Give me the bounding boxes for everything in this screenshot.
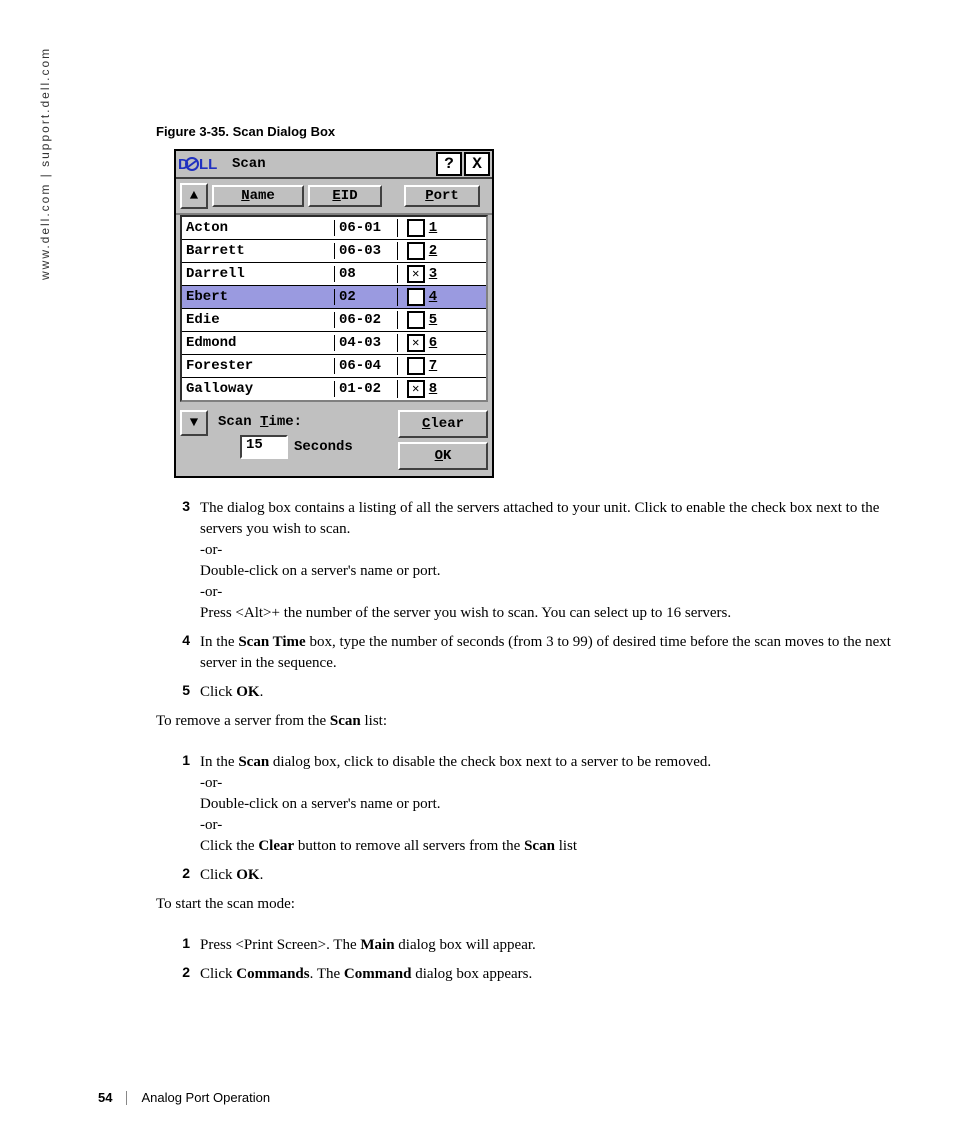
server-row[interactable]: Forester06-04 7 [182, 355, 486, 378]
scan-checkbox[interactable] [407, 311, 425, 329]
server-port: 01-02 [334, 381, 397, 397]
dialog-title: Scan [224, 156, 436, 172]
scan-checkbox[interactable] [407, 242, 425, 260]
step-number: 1 [156, 752, 200, 857]
instruction-step: 4In the Scan Time box, type the number o… [156, 632, 906, 674]
step-number: 4 [156, 632, 200, 674]
scan-checkbox[interactable]: ✕ [407, 265, 425, 283]
instruction-step: 1Press <Print Screen>. The Main dialog b… [156, 935, 906, 956]
sort-up-button[interactable]: ▲ [180, 183, 208, 209]
step-body: Click Commands. The Command dialog box a… [200, 964, 906, 985]
server-port: 06-03 [334, 243, 397, 259]
server-name: Forester [182, 358, 334, 374]
server-port: 02 [334, 289, 397, 305]
instruction-step: 5Click OK. [156, 682, 906, 703]
remove-intro: To remove a server from the Scan list: [156, 711, 906, 732]
scan-time-unit: Seconds [294, 439, 353, 455]
figure-caption: Figure 3-35. Scan Dialog Box [156, 124, 906, 139]
server-name: Acton [182, 220, 334, 236]
server-port: 06-01 [334, 220, 397, 236]
step-body: Press <Print Screen>. The Main dialog bo… [200, 935, 906, 956]
server-index: 8 [429, 381, 437, 397]
step-body: In the Scan Time box, type the number of… [200, 632, 906, 674]
server-row[interactable]: Darrell08 ✕3 [182, 263, 486, 286]
server-name: Barrett [182, 243, 334, 259]
ok-button[interactable]: OK [398, 442, 488, 470]
step-body: Click OK. [200, 682, 906, 703]
step-number: 1 [156, 935, 200, 956]
step-number: 2 [156, 964, 200, 985]
server-name: Edie [182, 312, 334, 328]
scan-dialog: D LL Scan ? X ▲ Name EID Port [174, 149, 494, 478]
scan-checkbox[interactable]: ✕ [407, 334, 425, 352]
dell-logo: D LL [176, 156, 224, 172]
server-row[interactable]: Acton06-01 1 [182, 217, 486, 240]
instruction-step: 2Click Commands. The Command dialog box … [156, 964, 906, 985]
server-port: 06-02 [334, 312, 397, 328]
server-index: 5 [429, 312, 437, 328]
server-index: 6 [429, 335, 437, 351]
scan-checkbox[interactable] [407, 357, 425, 375]
page-footer: 54 Analog Port Operation [98, 1090, 270, 1105]
page-number: 54 [98, 1090, 112, 1105]
step-number: 2 [156, 865, 200, 886]
sort-up-icon: ▲ [190, 188, 198, 204]
titlebar: D LL Scan ? X [176, 151, 492, 179]
server-port: 06-04 [334, 358, 397, 374]
dialog-bottom: ▼ Scan Time: 15 Seconds Clear OK [176, 406, 492, 476]
scan-time-label: Scan Time: [218, 414, 302, 430]
help-button[interactable]: ? [436, 152, 462, 176]
server-port: 08 [334, 266, 397, 282]
step-body: The dialog box contains a listing of all… [200, 498, 906, 624]
scan-checkbox[interactable] [407, 288, 425, 306]
column-port-button[interactable]: Port [404, 185, 480, 207]
column-header-bar: ▲ Name EID Port [176, 179, 492, 215]
server-index: 7 [429, 358, 437, 374]
server-name: Darrell [182, 266, 334, 282]
server-row[interactable]: Barrett06-03 2 [182, 240, 486, 263]
instruction-step: 2Click OK. [156, 865, 906, 886]
server-list: Acton06-011Barrett06-032Darrell08✕3Ebert… [180, 215, 488, 402]
side-url: www.dell.com | support.dell.com [38, 47, 52, 280]
server-index: 3 [429, 266, 437, 282]
server-row[interactable]: Edie06-02 5 [182, 309, 486, 332]
step-number: 3 [156, 498, 200, 624]
server-row[interactable]: Edmond04-03 ✕6 [182, 332, 486, 355]
clear-button[interactable]: Clear [398, 410, 488, 438]
sort-down-icon: ▼ [190, 415, 198, 431]
footer-divider [126, 1091, 127, 1105]
scan-checkbox[interactable]: ✕ [407, 380, 425, 398]
sort-down-button[interactable]: ▼ [180, 410, 208, 436]
server-row[interactable]: Ebert02 4 [182, 286, 486, 309]
instruction-step: 3The dialog box contains a listing of al… [156, 498, 906, 624]
column-eid-button[interactable]: EID [308, 185, 382, 207]
svg-text:D: D [178, 156, 189, 172]
close-button[interactable]: X [464, 152, 490, 176]
svg-text:LL: LL [199, 156, 217, 172]
step-number: 5 [156, 682, 200, 703]
column-name-button[interactable]: Name [212, 185, 304, 207]
scan-checkbox[interactable] [407, 219, 425, 237]
server-name: Ebert [182, 289, 334, 305]
server-port: 04-03 [334, 335, 397, 351]
start-intro: To start the scan mode: [156, 894, 906, 915]
server-name: Edmond [182, 335, 334, 351]
server-index: 2 [429, 243, 437, 259]
server-index: 4 [429, 289, 437, 305]
server-name: Galloway [182, 381, 334, 397]
step-body: In the Scan dialog box, click to disable… [200, 752, 906, 857]
server-index: 1 [429, 220, 437, 236]
step-body: Click OK. [200, 865, 906, 886]
instruction-step: 1In the Scan dialog box, click to disabl… [156, 752, 906, 857]
server-row[interactable]: Galloway01-02 ✕8 [182, 378, 486, 400]
section-title: Analog Port Operation [141, 1090, 270, 1105]
scan-time-input[interactable]: 15 [240, 435, 288, 459]
